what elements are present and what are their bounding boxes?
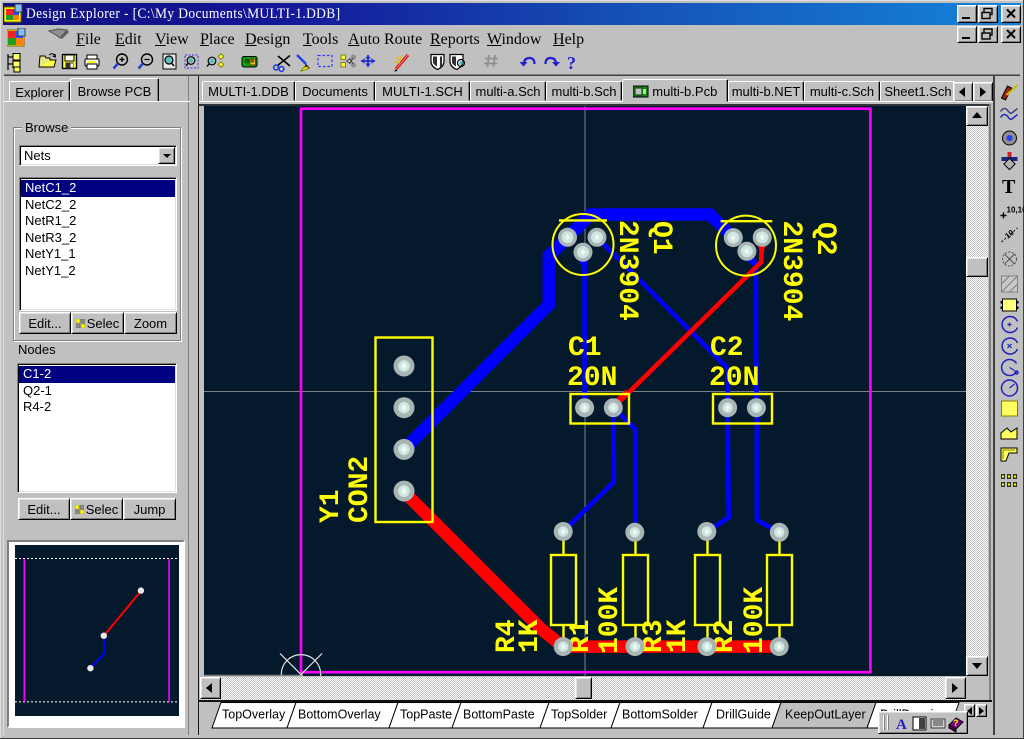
svg-text:2N3904: 2N3904 bbox=[775, 221, 806, 322]
svg-text:?: ? bbox=[567, 53, 576, 73]
svg-text:DrillGuide: DrillGuide bbox=[716, 708, 771, 722]
svg-text:BottomPaste: BottomPaste bbox=[463, 708, 535, 722]
svg-text:TopSolder: TopSolder bbox=[551, 708, 607, 722]
svg-text:100K: 100K bbox=[740, 587, 771, 654]
svg-text:Q2: Q2 bbox=[809, 222, 840, 256]
svg-text:KeepOutLayer: KeepOutLayer bbox=[785, 708, 866, 722]
svg-text:100K: 100K bbox=[595, 587, 626, 654]
svg-text:BottomSolder: BottomSolder bbox=[622, 708, 698, 722]
svg-text:1K: 1K bbox=[663, 619, 694, 653]
svg-text:BottomOverlay: BottomOverlay bbox=[298, 708, 381, 722]
svg-text:TopOverlay: TopOverlay bbox=[222, 708, 286, 722]
svg-text:10,10: 10,10 bbox=[1007, 206, 1024, 215]
svg-text:20N: 20N bbox=[567, 363, 617, 394]
svg-text:Q1: Q1 bbox=[645, 221, 676, 255]
svg-text:A: A bbox=[896, 717, 907, 733]
svg-text:2N3904: 2N3904 bbox=[611, 220, 642, 321]
svg-text:C2: C2 bbox=[710, 333, 744, 364]
svg-text:?: ? bbox=[953, 718, 959, 728]
svg-text:TopPaste: TopPaste bbox=[400, 708, 452, 722]
svg-text:CON2: CON2 bbox=[345, 456, 376, 523]
svg-text:T: T bbox=[1002, 176, 1016, 198]
svg-text:Y1: Y1 bbox=[316, 489, 347, 523]
svg-text:20N: 20N bbox=[709, 363, 759, 394]
svg-text:1K: 1K bbox=[515, 619, 546, 653]
svg-text:C1: C1 bbox=[568, 333, 602, 364]
